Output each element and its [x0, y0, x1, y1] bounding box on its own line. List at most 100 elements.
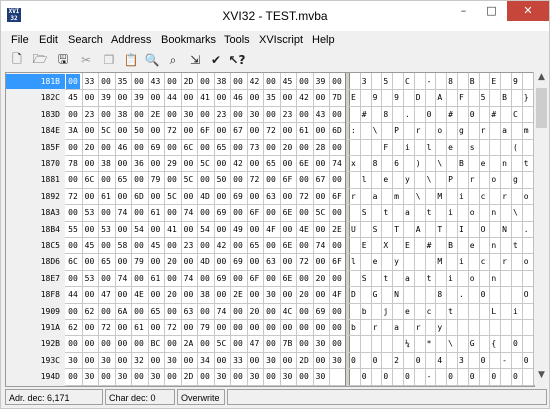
- goto-address-icon[interactable]: ⇲: [187, 52, 203, 68]
- char-cell[interactable]: \: [424, 172, 435, 187]
- char-cell[interactable]: C: [402, 74, 413, 89]
- hex-byte[interactable]: 00: [149, 156, 163, 171]
- hex-byte[interactable]: 54: [132, 222, 146, 237]
- hex-byte[interactable]: 74: [116, 271, 130, 286]
- hex-byte[interactable]: 6D: [330, 123, 344, 138]
- char-cell[interactable]: 0: [370, 353, 381, 368]
- hex-byte[interactable]: 00: [198, 336, 212, 351]
- hex-byte[interactable]: 2E: [231, 287, 245, 302]
- char-cell[interactable]: L: [488, 304, 499, 319]
- hex-byte[interactable]: 6F: [330, 189, 344, 204]
- hex-byte[interactable]: 38: [198, 287, 212, 302]
- hex-byte[interactable]: 00: [231, 369, 245, 384]
- hex-byte[interactable]: 23: [281, 107, 295, 122]
- char-cell[interactable]: n: [488, 271, 499, 286]
- char-cell[interactable]: \: [370, 123, 381, 138]
- hex-byte[interactable]: 53: [83, 271, 97, 286]
- hex-byte[interactable]: 69: [314, 304, 328, 319]
- hex-byte[interactable]: 00: [83, 287, 97, 302]
- hex-byte[interactable]: 00: [132, 107, 146, 122]
- hex-byte[interactable]: 72: [165, 123, 179, 138]
- char-cell[interactable]: o: [521, 189, 532, 204]
- hex-byte[interactable]: 38: [116, 107, 130, 122]
- char-cell[interactable]: N: [391, 287, 402, 302]
- hex-byte[interactable]: 2E: [330, 222, 344, 237]
- char-cell[interactable]: i: [456, 189, 467, 204]
- char-cell[interactable]: e: [370, 254, 381, 269]
- hex-byte[interactable]: 00: [165, 238, 179, 253]
- hex-byte[interactable]: 00: [314, 156, 328, 171]
- hex-editor-grid[interactable]: 181B 182C 183D 184E 185F 1870 1881 1892 18A3 18B4…: [5, 72, 535, 387]
- paste-icon[interactable]: 📋: [123, 52, 139, 68]
- hex-byte[interactable]: 00: [231, 336, 245, 351]
- hex-byte[interactable]: 42: [215, 238, 229, 253]
- hex-byte[interactable]: 30: [116, 369, 130, 384]
- hex-byte[interactable]: 00: [330, 238, 344, 253]
- char-cell[interactable]: o: [467, 205, 478, 220]
- menu-edit[interactable]: Edit: [39, 34, 58, 46]
- hex-byte[interactable]: 45: [149, 238, 163, 253]
- hex-byte[interactable]: 69: [149, 140, 163, 155]
- char-cell[interactable]: (: [510, 140, 521, 155]
- hex-byte[interactable]: 3A: [66, 123, 80, 138]
- hex-byte[interactable]: 00: [330, 205, 344, 220]
- char-cell[interactable]: 0: [402, 369, 413, 384]
- hex-byte[interactable]: 00: [165, 304, 179, 319]
- hex-byte[interactable]: 00: [297, 369, 311, 384]
- hex-byte[interactable]: 00: [165, 140, 179, 155]
- menu-xviscript[interactable]: XVIscript: [259, 34, 303, 46]
- hex-byte[interactable]: 2E: [149, 107, 163, 122]
- hex-byte[interactable]: 00: [149, 123, 163, 138]
- scroll-up-button[interactable]: ▲: [534, 72, 549, 87]
- hex-byte[interactable]: 00: [231, 107, 245, 122]
- char-cell[interactable]: #: [445, 107, 456, 122]
- hex-byte[interactable]: 30: [99, 353, 113, 368]
- char-cell[interactable]: N: [499, 222, 510, 237]
- char-cell[interactable]: a: [370, 189, 381, 204]
- char-cell[interactable]: \: [434, 156, 445, 171]
- hex-byte[interactable]: 00: [198, 107, 212, 122]
- hex-byte[interactable]: 6E: [281, 271, 295, 286]
- title-bar[interactable]: XVI 32 XVI32 - TEST.mvba – □ ✕: [1, 1, 549, 31]
- char-cell[interactable]: i: [402, 140, 413, 155]
- hex-byte[interactable]: 43: [314, 107, 328, 122]
- char-cell[interactable]: 9: [510, 74, 521, 89]
- char-cell[interactable]: i: [445, 205, 456, 220]
- hex-byte[interactable]: 00: [116, 222, 130, 237]
- hex-byte[interactable]: 72: [297, 254, 311, 269]
- char-cell[interactable]: t: [510, 238, 521, 253]
- char-cell[interactable]: E: [402, 238, 413, 253]
- hex-byte[interactable]: 00: [83, 156, 97, 171]
- hex-byte[interactable]: 00: [248, 123, 262, 138]
- hex-byte[interactable]: 00: [314, 90, 328, 105]
- char-cell[interactable]: o: [521, 254, 532, 269]
- menu-bookmarks[interactable]: Bookmarks: [161, 34, 216, 46]
- hex-byte[interactable]: 30: [314, 336, 328, 351]
- hex-byte[interactable]: 65: [99, 254, 113, 269]
- hex-byte[interactable]: 63: [264, 254, 278, 269]
- hex-byte[interactable]: 6E: [281, 205, 295, 220]
- hex-byte[interactable]: 00: [132, 74, 146, 89]
- hex-byte[interactable]: 00: [215, 156, 229, 171]
- hex-byte[interactable]: 00: [132, 140, 146, 155]
- char-cell[interactable]: n: [488, 205, 499, 220]
- hex-byte[interactable]: 43: [149, 74, 163, 89]
- close-button[interactable]: ✕: [507, 1, 549, 21]
- char-cell[interactable]: t: [380, 205, 391, 220]
- char-cell[interactable]: 5: [380, 74, 391, 89]
- minimize-button[interactable]: –: [450, 1, 477, 21]
- hex-byte[interactable]: 00: [248, 156, 262, 171]
- hex-byte[interactable]: 00: [330, 304, 344, 319]
- char-cell[interactable]: -: [424, 74, 435, 89]
- hex-byte[interactable]: 00: [231, 304, 245, 319]
- hex-byte[interactable]: 00: [149, 189, 163, 204]
- char-cell[interactable]: b: [348, 320, 359, 335]
- char-cell[interactable]: :: [348, 123, 359, 138]
- char-cell[interactable]: e: [478, 156, 489, 171]
- char-cell[interactable]: 8: [380, 107, 391, 122]
- char-pane[interactable]: 3 5 C -8 B E 9 E 9 9 D A F 5 B} #8. 0 #0 # C: \ Pr o g r a m Fi l e s(…: [349, 73, 534, 386]
- hex-byte[interactable]: 67: [314, 172, 328, 187]
- hex-byte[interactable]: 74: [314, 238, 328, 253]
- char-cell[interactable]: r: [413, 123, 424, 138]
- char-cell[interactable]: 8: [370, 156, 381, 171]
